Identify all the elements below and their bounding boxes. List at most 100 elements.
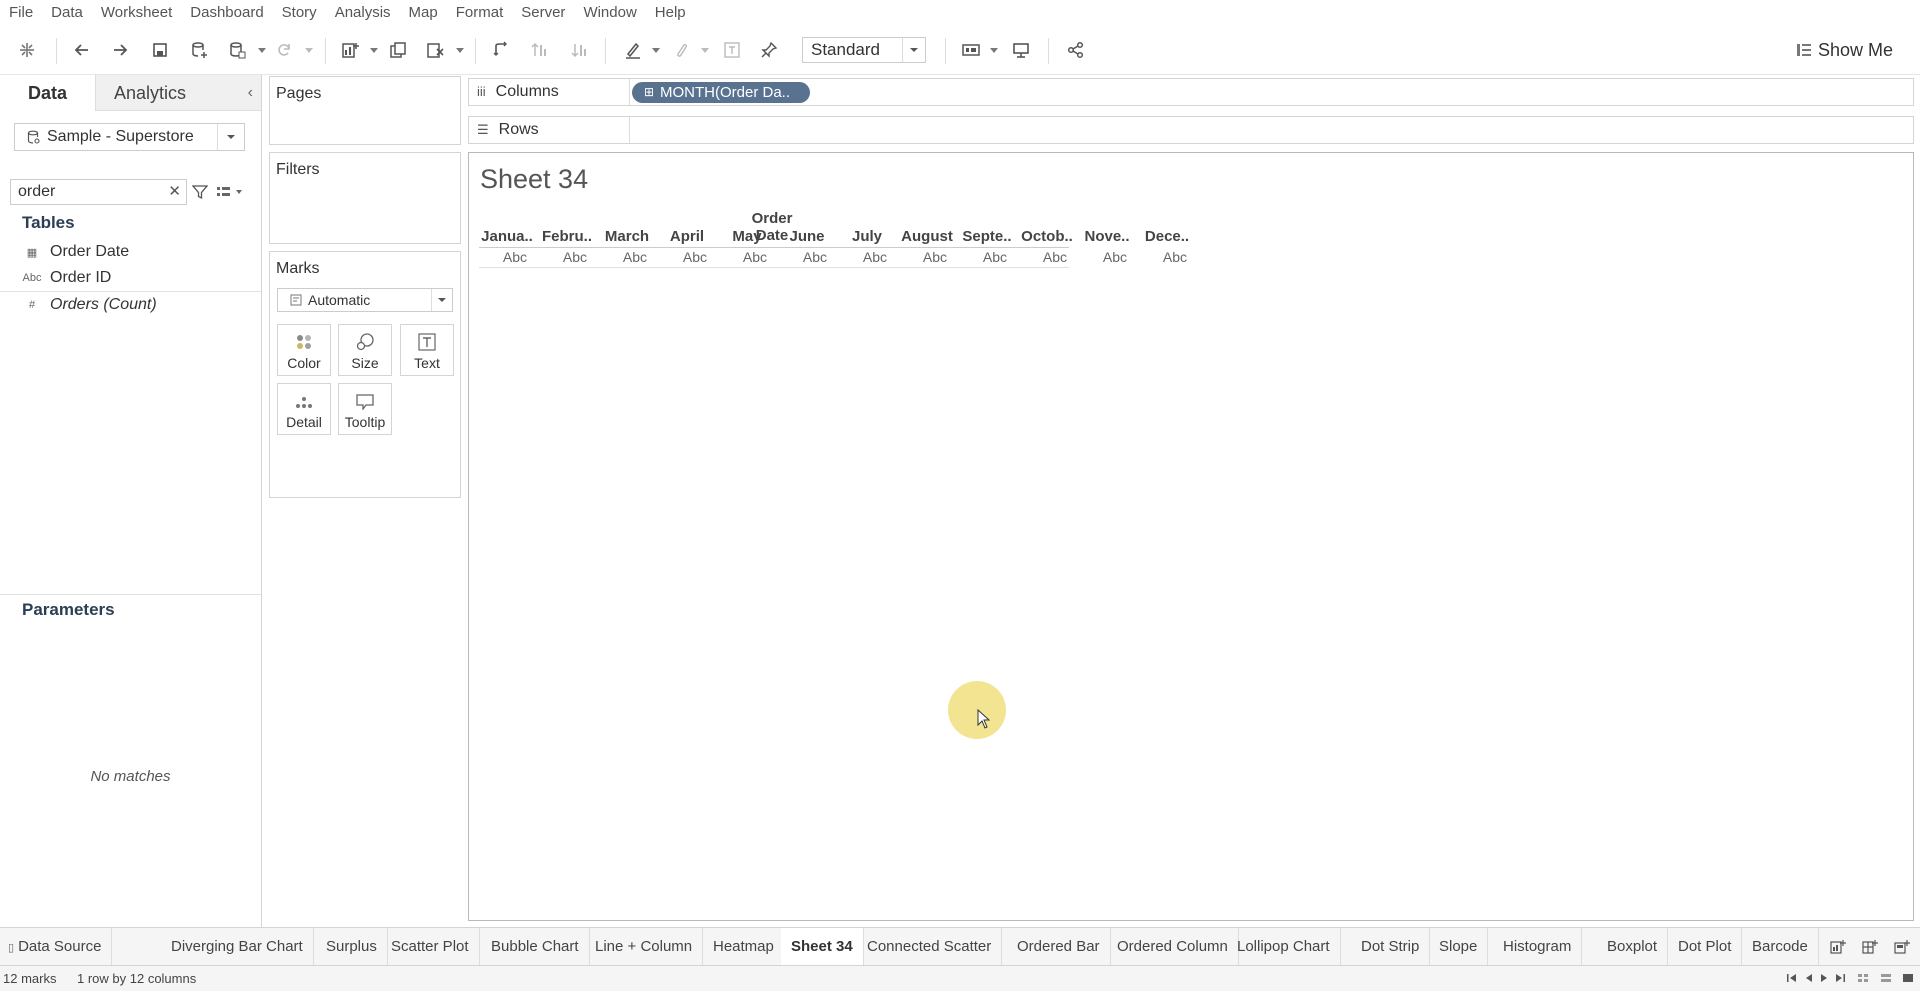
chevron-down-icon[interactable] (902, 38, 925, 62)
pin-axes-icon[interactable] (756, 37, 782, 63)
cell-value[interactable]: Abc (1137, 249, 1187, 265)
sheet-tab[interactable]: Heatmap (703, 928, 785, 965)
chevron-down-icon[interactable] (217, 124, 244, 150)
sheet-tab[interactable]: Dot Plot (1668, 928, 1743, 965)
month-header[interactable]: Nove.. (1077, 228, 1137, 245)
tabs-view-icon[interactable] (1902, 973, 1914, 983)
sheet-tab[interactable]: Histogram (1493, 928, 1583, 965)
filters-card[interactable]: Filters (269, 152, 461, 244)
menu-analysis[interactable]: Analysis (326, 0, 400, 26)
chevron-down-icon[interactable] (990, 48, 998, 54)
month-header[interactable]: Febru.. (537, 228, 597, 245)
refresh-icon[interactable] (271, 37, 297, 63)
sheet-tab[interactable]: Slope (1429, 928, 1489, 965)
month-header[interactable]: Septe.. (957, 228, 1017, 245)
sheet-tab[interactable]: Ordered Column (1107, 928, 1239, 965)
previous-sheet-icon[interactable] (1803, 973, 1815, 983)
group-members-icon[interactable] (668, 37, 694, 63)
sheet-tab[interactable]: Connected Scatter (857, 928, 1003, 965)
chevron-down-icon[interactable] (456, 48, 464, 54)
presentation-cards-icon[interactable] (958, 37, 984, 63)
field-search-input[interactable]: order ✕ (10, 179, 187, 205)
chevron-down-icon[interactable] (701, 48, 709, 54)
tab-data-source[interactable]: ▯ Data Source (0, 928, 113, 965)
filmstrip-icon[interactable] (1880, 973, 1892, 983)
sheet-tab[interactable]: Lollipop Chart (1227, 928, 1341, 965)
field-order-id[interactable]: Abc Order ID (22, 267, 112, 289)
month-header[interactable]: Janua.. (477, 228, 537, 245)
datasource-select[interactable]: Sample - Superstore (14, 123, 245, 151)
filter-icon[interactable] (192, 184, 208, 200)
tab-analytics[interactable]: Analytics ‹ (95, 75, 261, 111)
sheet-tab[interactable]: Scatter Plot (381, 928, 480, 965)
sheet-tab[interactable]: Bubble Chart (481, 928, 590, 965)
chevron-down-icon[interactable] (652, 48, 660, 54)
menu-file[interactable]: File (0, 0, 42, 26)
month-header[interactable]: March (597, 228, 657, 245)
tableau-logo-icon[interactable] (14, 37, 40, 63)
pages-card[interactable]: Pages (269, 76, 461, 145)
cell-value[interactable]: Abc (777, 249, 827, 265)
cell-value[interactable]: Abc (657, 249, 707, 265)
text-button[interactable]: Text (400, 324, 454, 376)
chevron-down-icon[interactable] (370, 48, 378, 54)
menu-map[interactable]: Map (400, 0, 447, 26)
undo-icon[interactable] (69, 37, 95, 63)
share-icon[interactable] (1063, 37, 1089, 63)
sheet-tab[interactable]: Boxplot (1597, 928, 1669, 965)
month-header[interactable]: April (657, 228, 717, 245)
sheet-title[interactable]: Sheet 34 (480, 164, 588, 195)
new-worksheet-icon[interactable] (337, 37, 363, 63)
sheet-tab[interactable]: Ordered Bar (1007, 928, 1111, 965)
menu-data[interactable]: Data (42, 0, 92, 26)
cell-value[interactable]: Abc (717, 249, 767, 265)
menu-format[interactable]: Format (447, 0, 513, 26)
sheet-tab[interactable]: Dot Strip (1351, 928, 1431, 965)
chevron-down-icon[interactable] (431, 289, 452, 311)
rows-shelf[interactable]: ☰ Rows (468, 116, 1914, 144)
color-button[interactable]: Color (277, 324, 331, 376)
sheet-tab[interactable]: Surplus (316, 928, 388, 965)
fit-dropdown[interactable]: Standard (802, 37, 926, 63)
sheet-sorter-icon[interactable] (1857, 973, 1869, 983)
new-dashboard-icon[interactable] (1862, 939, 1878, 955)
month-header[interactable]: August (897, 228, 957, 245)
sort-ascending-icon[interactable] (526, 37, 552, 63)
show-mark-labels-icon[interactable] (719, 37, 745, 63)
field-orders-count[interactable]: # Orders (Count) (22, 294, 157, 316)
view-options-icon[interactable] (216, 185, 244, 199)
sheet-tab[interactable]: Barcode (1742, 928, 1819, 965)
last-sheet-icon[interactable] (1834, 973, 1846, 983)
menu-help[interactable]: Help (646, 0, 695, 26)
sort-descending-icon[interactable] (566, 37, 592, 63)
month-order-date-pill[interactable]: ⊞ MONTH(Order Da.. (632, 82, 810, 103)
menu-dashboard[interactable]: Dashboard (181, 0, 272, 26)
mark-type-dropdown[interactable]: Automatic (277, 288, 453, 312)
presentation-mode-icon[interactable] (1008, 37, 1034, 63)
duplicate-sheet-icon[interactable] (385, 37, 411, 63)
month-header[interactable]: May (717, 228, 777, 245)
detail-button[interactable]: Detail (277, 383, 331, 435)
expand-icon[interactable]: ⊞ (644, 82, 654, 103)
show-me-button[interactable]: Show Me (1796, 37, 1914, 63)
month-header[interactable]: Dece.. (1137, 228, 1197, 245)
clear-sheet-icon[interactable] (422, 37, 448, 63)
field-order-date[interactable]: ▦ Order Date (22, 241, 129, 263)
menu-server[interactable]: Server (512, 0, 574, 26)
save-icon[interactable] (147, 37, 173, 63)
redo-icon[interactable] (107, 37, 133, 63)
tab-data[interactable]: Data (0, 75, 95, 113)
month-header[interactable]: July (837, 228, 897, 245)
new-story-icon[interactable] (1894, 939, 1910, 955)
menu-worksheet[interactable]: Worksheet (92, 0, 181, 26)
menu-story[interactable]: Story (273, 0, 326, 26)
cell-value[interactable]: Abc (1017, 249, 1067, 265)
swap-rows-columns-icon[interactable] (488, 37, 514, 63)
collapse-pane-icon[interactable]: ‹ (248, 75, 253, 111)
size-button[interactable]: Size (338, 324, 392, 376)
new-worksheet-icon[interactable] (1830, 939, 1846, 955)
next-sheet-icon[interactable] (1818, 973, 1830, 983)
cell-value[interactable]: Abc (537, 249, 587, 265)
month-header[interactable]: June (777, 228, 837, 245)
month-header[interactable]: Octob.. (1017, 228, 1077, 245)
